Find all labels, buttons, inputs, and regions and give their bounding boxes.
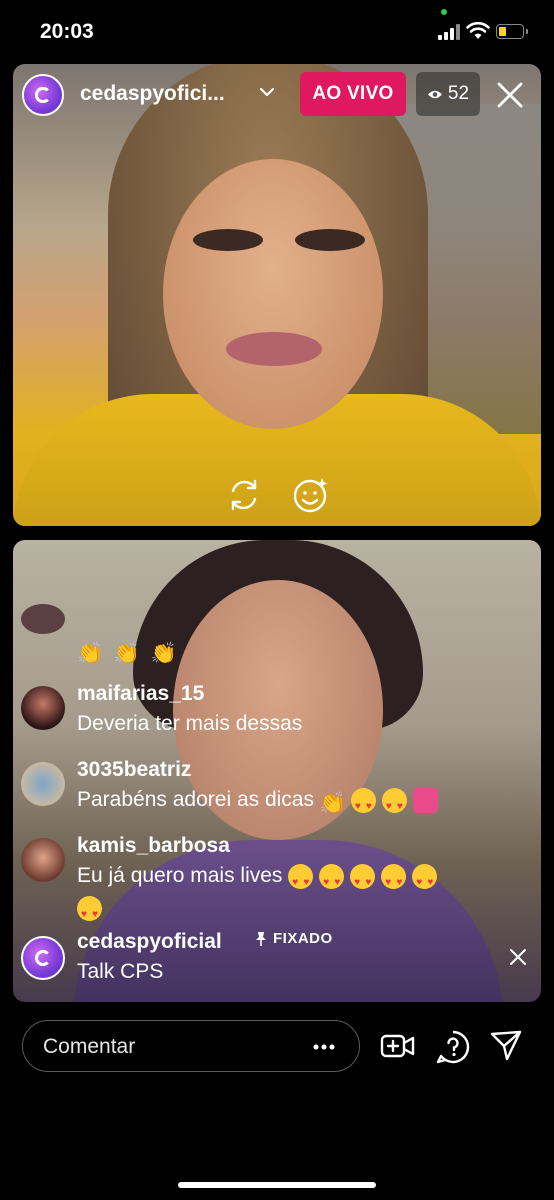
wifi-icon [466, 22, 490, 39]
clapping-hands-icon: 👏 [150, 641, 177, 665]
pin-icon [256, 931, 266, 946]
live-badge: AO VIVO [300, 72, 406, 116]
comment-text: Parabéns adorei as dicas 👏 [77, 784, 444, 823]
viewer-count-badge[interactable]: 52 [416, 72, 480, 116]
avatar[interactable] [21, 686, 65, 730]
face-effects-icon[interactable] [291, 476, 329, 514]
gift-heart-icon [412, 787, 438, 813]
comment-text: Eu já quero mais lives [77, 860, 443, 899]
comment-text-content: Eu já quero mais lives [77, 864, 283, 887]
add-guest-video-icon[interactable] [380, 1030, 416, 1062]
comment-text-content: Parabéns adorei as dicas [77, 788, 314, 811]
send-icon[interactable] [490, 1030, 522, 1062]
battery-icon [496, 24, 528, 39]
host-username[interactable]: cedaspyofici... [80, 82, 225, 106]
comment-username[interactable]: 3035beatriz [77, 758, 191, 782]
avatar[interactable] [21, 604, 65, 634]
camera-in-use-indicator [441, 9, 447, 15]
avatar[interactable] [21, 762, 65, 806]
cellular-signal-icon [438, 24, 460, 40]
status-bar: 20:03 [0, 0, 554, 62]
flip-camera-icon[interactable] [225, 476, 263, 514]
clapping-hands-icon: 👏 [77, 641, 104, 665]
avatar[interactable] [21, 936, 65, 980]
heart-eyes-icon [77, 895, 102, 931]
comment-emoji-row: 👏 👏 👏 [77, 634, 182, 666]
question-icon[interactable] [436, 1030, 470, 1064]
heart-eyes-icon [381, 863, 407, 899]
waving-hands-icon: 👏 [319, 791, 346, 815]
comment-username[interactable]: cedaspyoficial [77, 930, 222, 954]
more-options-icon[interactable] [313, 1044, 335, 1050]
comment-text: Talk CPS [77, 960, 164, 983]
live-header: cedaspyofici... AO VIVO 52 [13, 64, 541, 124]
comment-placeholder: Comentar [43, 1035, 136, 1058]
comment-username[interactable]: kamis_barbosa [77, 834, 230, 858]
host-video-panel: cedaspyofici... AO VIVO 52 [13, 64, 541, 526]
viewer-count: 52 [447, 83, 470, 104]
kissing-face-icon [350, 787, 376, 823]
status-time: 20:03 [40, 20, 94, 43]
heart-eyes-icon [381, 787, 407, 823]
avatar[interactable] [21, 838, 65, 882]
chevron-down-icon[interactable] [259, 86, 275, 98]
clapping-hands-icon: 👏 [113, 641, 140, 665]
heart-eyes-icon [288, 863, 314, 899]
comment-username[interactable]: maifarias_15 [77, 682, 204, 706]
heart-eyes-icon [350, 863, 376, 899]
close-icon[interactable] [495, 80, 525, 110]
close-icon[interactable] [509, 948, 527, 966]
comment-text: Deveria ter mais dessas [77, 712, 303, 735]
pinned-tag: FIXADO [255, 930, 333, 947]
host-avatar[interactable] [22, 74, 64, 116]
heart-eyes-icon [412, 863, 438, 899]
comment-input[interactable]: Comentar [22, 1020, 360, 1072]
pinned-label: FIXADO [273, 930, 333, 947]
guest-video-panel: 👏 👏 👏 maifarias_15 Deveria ter mais dess… [13, 540, 541, 1002]
home-indicator[interactable] [178, 1182, 376, 1188]
eye-icon [427, 90, 442, 98]
heart-eyes-icon [319, 863, 345, 899]
